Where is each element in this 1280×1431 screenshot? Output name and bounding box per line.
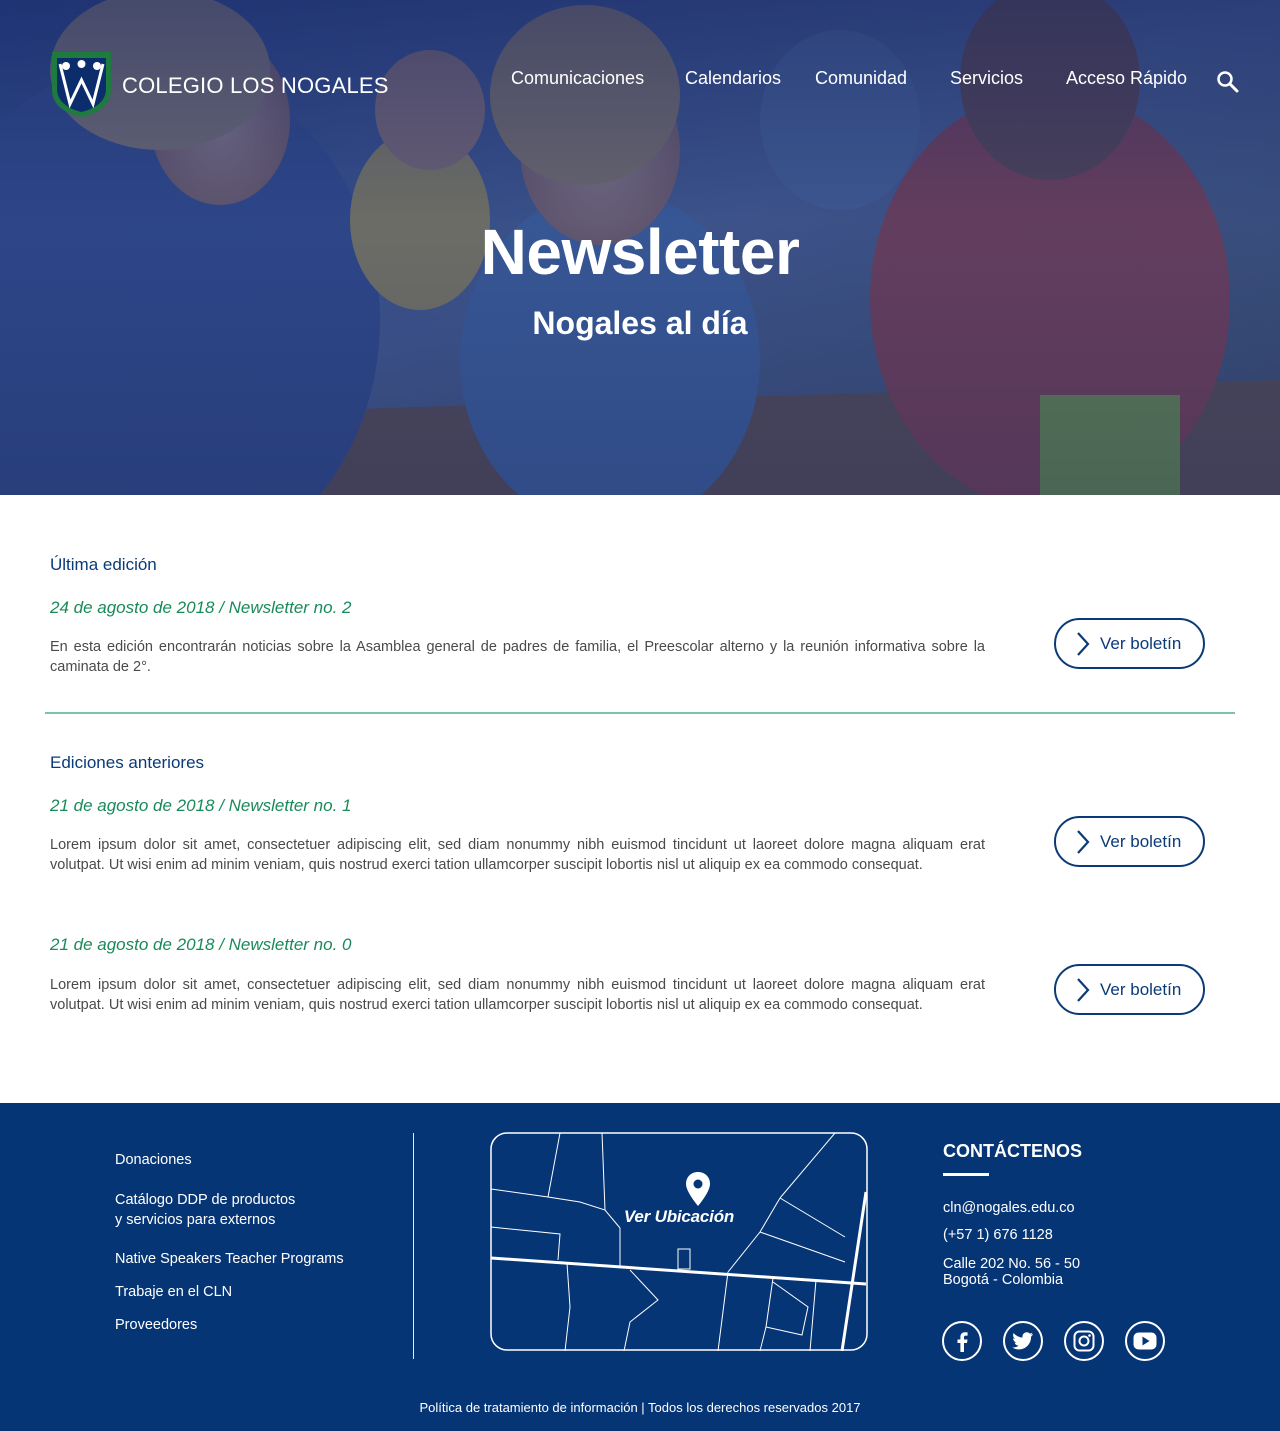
footer-link-catalogo[interactable]: Catálogo DDP de productos y servicios pa… (115, 1191, 295, 1230)
footer-link-catalogo-line1: Catálogo DDP de productos (115, 1192, 296, 1208)
button-label: Ver boletín (1100, 633, 1182, 653)
previous-editions-heading: Ediciones anteriores (50, 753, 205, 772)
footer-divider (413, 1133, 414, 1359)
entry-title: 21 de agosto de 2018 / Newsletter no. 1 (50, 796, 352, 815)
nav-item-comunicaciones[interactable]: Comunicaciones (511, 68, 644, 89)
footer-legal[interactable]: Política de tratamiento de información |… (0, 1400, 1280, 1415)
entry-description: Lorem ipsum dolor sit amet, consectetuer… (50, 977, 985, 1013)
latest-entry-title: 24 de agosto de 2018 / Newsletter no. 2 (50, 598, 352, 617)
contact-email[interactable]: cln@nogales.edu.co (943, 1200, 1075, 1217)
facebook-icon (957, 1332, 968, 1352)
main-nav: Comunicaciones Calendarios Comunidad Ser… (0, 68, 1280, 94)
chevron-right-icon (1077, 977, 1090, 1002)
contact-address-line1: Calle 202 No. 56 - 50 (943, 1256, 1081, 1272)
contact-phone[interactable]: (+57 1) 676 1128 (943, 1227, 1053, 1244)
contact-address-line2: Bogotá - Colombia (943, 1272, 1064, 1288)
youtube-icon (1133, 1332, 1157, 1350)
contact-title-underline (943, 1173, 989, 1176)
chevron-right-icon (1077, 829, 1090, 854)
footer-link-trabaje[interactable]: Trabaje en el CLN (115, 1283, 232, 1303)
nav-item-comunidad[interactable]: Comunidad (815, 68, 907, 89)
map-label-text: Ver Ubicación (623, 1207, 735, 1226)
button-label: Ver boletín (1100, 831, 1182, 851)
instagram-icon (1073, 1330, 1095, 1352)
twitter-icon (1012, 1332, 1034, 1350)
nav-item-calendarios[interactable]: Calendarios (685, 68, 781, 89)
ver-boletin-button[interactable]: Ver boletín (1054, 816, 1205, 867)
footer-link-proveedores[interactable]: Proveedores (115, 1316, 197, 1336)
location-map[interactable] (490, 1132, 868, 1351)
contact-title: CONTÁCTENOS (943, 1141, 1082, 1161)
entry-description: Lorem ipsum dolor sit amet, consectetuer… (50, 837, 985, 873)
ver-boletin-button[interactable]: Ver boletín (1054, 618, 1205, 669)
location-pin-icon (686, 1172, 710, 1206)
page-subtitle: Nogales al día (532, 305, 748, 341)
instagram-button[interactable] (1064, 1321, 1104, 1361)
button-label: Ver boletín (1100, 979, 1182, 999)
twitter-button[interactable] (1003, 1321, 1043, 1361)
footer-link-catalogo-line2: y servicios para externos (115, 1211, 276, 1228)
nav-item-servicios[interactable]: Servicios (950, 68, 1023, 89)
section-divider (45, 712, 1235, 714)
nav-item-acceso-rapido[interactable]: Acceso Rápido (1066, 68, 1187, 89)
search-icon[interactable] (1216, 70, 1240, 94)
chevron-right-icon (1077, 631, 1090, 656)
facebook-button[interactable] (942, 1321, 982, 1361)
youtube-button[interactable] (1125, 1321, 1165, 1361)
footer-link-donaciones[interactable]: Donaciones (115, 1151, 192, 1171)
map-label[interactable]: Ver Ubicación (490, 1207, 904, 1227)
hero-banner: COLEGIO LOS NOGALES Comunicaciones Calen… (0, 0, 1280, 495)
ver-boletin-button[interactable]: Ver boletín (1054, 964, 1205, 1015)
latest-entry-description: En esta edición encontrarán noticias sob… (50, 639, 985, 675)
page-title: Newsletter (480, 216, 800, 288)
entry-title: 21 de agosto de 2018 / Newsletter no. 0 (50, 935, 352, 954)
footer-link-native-speakers[interactable]: Native Speakers Teacher Programs (115, 1250, 344, 1270)
latest-edition-heading: Última edición (50, 555, 157, 574)
footer: Donaciones Catálogo DDP de productos y s… (0, 1103, 1280, 1431)
